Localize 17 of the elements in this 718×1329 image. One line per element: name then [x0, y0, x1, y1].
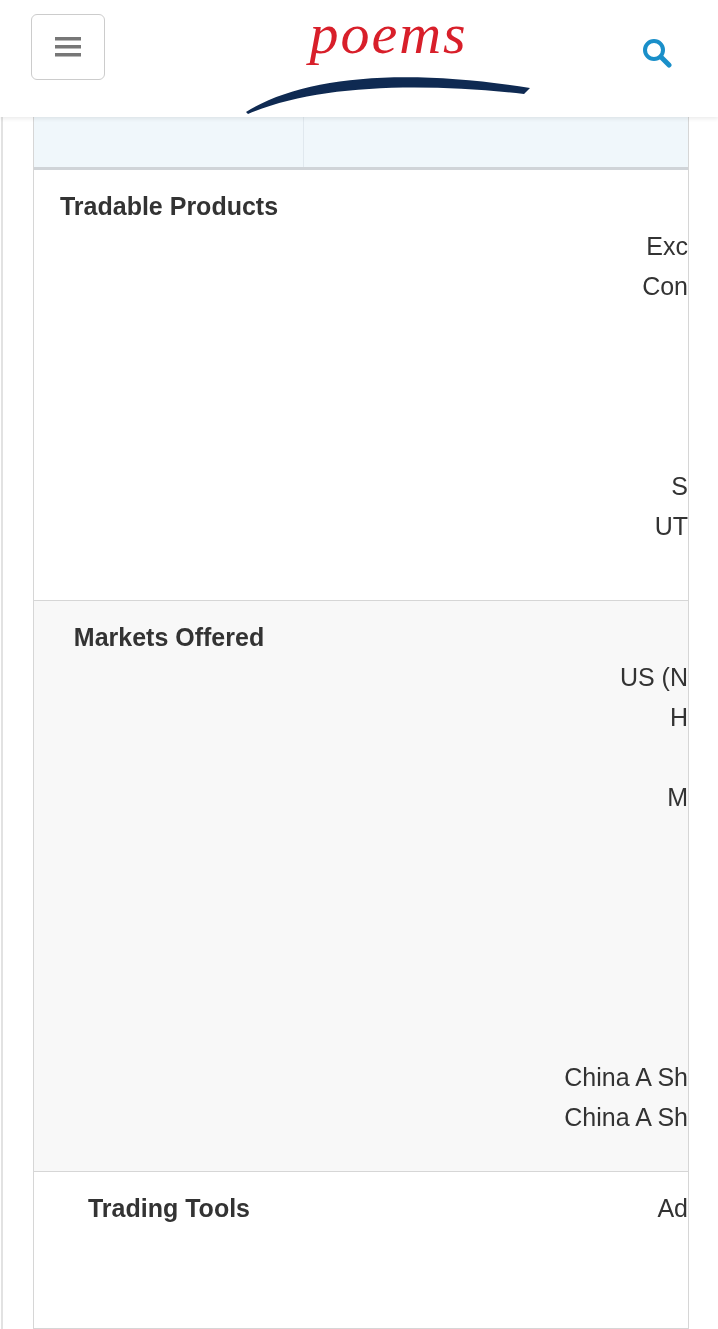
- menu-button[interactable]: [31, 14, 105, 80]
- search-button[interactable]: [642, 38, 672, 68]
- table-cell-text: US (N: [619, 662, 688, 693]
- table-cell-text: UT: [654, 511, 688, 542]
- table-cell-text: Ad: [657, 1193, 688, 1224]
- table-cell-text: Con: [642, 271, 688, 302]
- row-label: Trading Tools: [87, 1193, 250, 1224]
- table-cell-text: China A Sh: [564, 1062, 688, 1093]
- search-icon: [642, 38, 672, 68]
- table-cell-text: H: [669, 702, 688, 733]
- row-label: Markets Offered: [73, 622, 265, 653]
- menu-icon: [55, 36, 81, 58]
- table-cell-text: M: [667, 782, 688, 813]
- table-cell-text: China A Sh: [564, 1102, 688, 1133]
- row-label: Tradable Products: [59, 191, 279, 222]
- table-cell-text: Exc: [646, 231, 688, 262]
- table-cell-text: S: [671, 471, 688, 502]
